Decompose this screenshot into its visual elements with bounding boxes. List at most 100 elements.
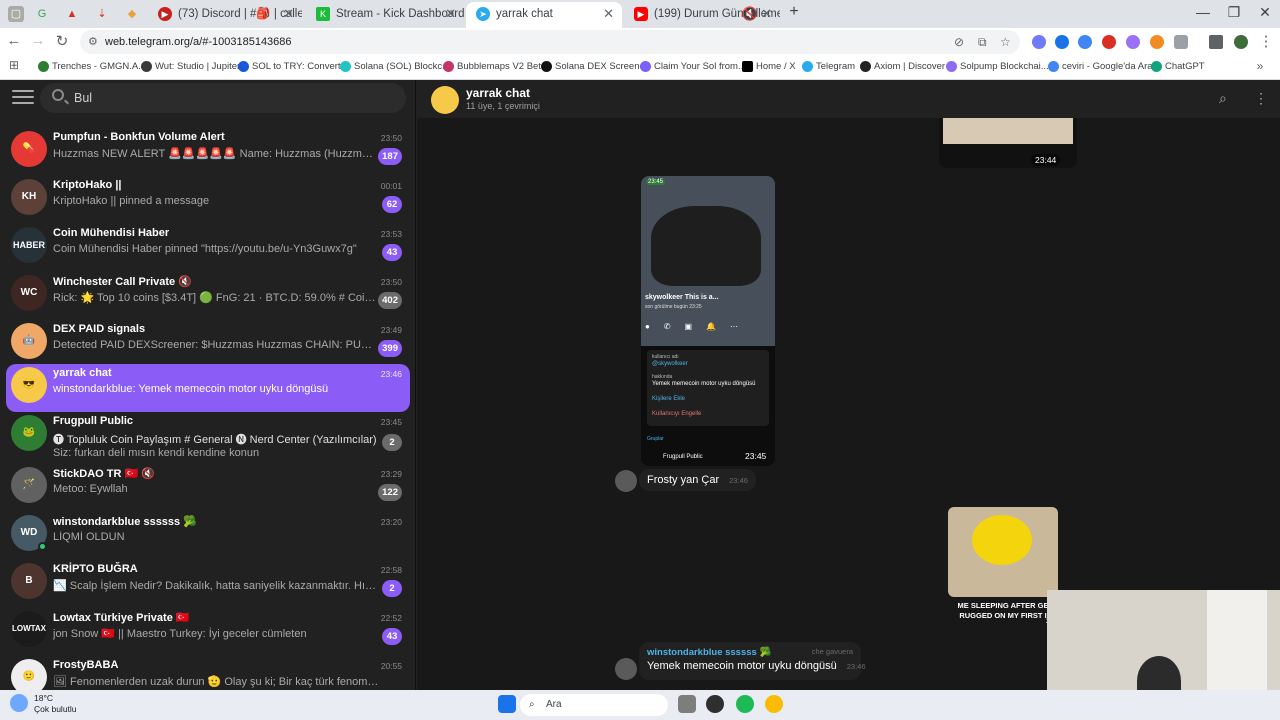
eye-off-icon[interactable]: ⊘	[954, 35, 964, 49]
profile-name: skywolkeer This is a...	[645, 294, 719, 301]
chat-name: KriptoHako ||	[53, 179, 122, 191]
taskbar-search[interactable]: ⌕ Ara	[520, 694, 668, 716]
close-icon[interactable]: ✕	[603, 2, 614, 26]
message-time: 23:45	[745, 451, 767, 461]
github-icon[interactable]	[706, 695, 724, 713]
tab-list-icon[interactable]: ▢	[8, 6, 24, 22]
bookmark-item[interactable]: Solana (SOL) Blockc...	[340, 61, 450, 73]
site-info-icon[interactable]: ⚙	[88, 35, 98, 48]
chat-header[interactable]: yarrak chat 11 üye, 1 çevrimiçi ⌕ ⋮	[417, 80, 1280, 118]
extension-metamask-icon[interactable]	[1150, 35, 1164, 49]
search-icon: ⌕	[529, 699, 535, 710]
tab-discord[interactable]: ▶ (73) Discord | #🎒 | caller-spor ✕	[148, 2, 302, 28]
more-options-icon[interactable]: ⋮	[1254, 90, 1268, 107]
bookmark-item[interactable]: Trenches - GMGN.A...	[38, 61, 146, 73]
chat-item-active[interactable]: 😎 yarrak chat 23:46 winstondarkblue: Yem…	[6, 364, 410, 412]
chat-item[interactable]: KH KriptoHako || 00:01 KriptoHako || pin…	[6, 176, 410, 224]
bookmark-item[interactable]: Telegram	[802, 61, 855, 73]
install-icon[interactable]: ⧉	[978, 35, 987, 50]
weather-widget[interactable]: 18°C Çok bulutlu	[10, 693, 77, 715]
binance-icon[interactable]: ◆	[124, 6, 140, 22]
pdf-icon[interactable]: ▲	[64, 6, 80, 22]
profile-avatar[interactable]	[1234, 35, 1248, 49]
chat-item[interactable]: 🐸 Frugpull Public 23:45 🅣 Topluluk Coin …	[6, 412, 410, 464]
reload-button[interactable]: ↻	[52, 32, 72, 50]
motorcycle-shape	[651, 206, 761, 286]
search-icon[interactable]: ⌕	[1219, 90, 1227, 107]
bookmark-item[interactable]: Solpump Blockchai...	[946, 61, 1049, 73]
bookmark-item[interactable]: Wut: Studio | Jupiter	[141, 61, 240, 73]
screenshot-message[interactable]: 23:45 skywolkeer This is a... son görülm…	[641, 176, 775, 466]
chrome-menu-icon[interactable]: ⋮	[1256, 32, 1276, 50]
new-tab-button[interactable]: +	[779, 3, 809, 21]
bookmark-item[interactable]: Solana DEX Screener	[541, 61, 648, 73]
chat-item[interactable]: 🪄 StickDAO TR 🇹🇷 🔇 23:29 Metoo: Eywllah …	[6, 464, 410, 512]
youtube-icon: ▶	[158, 7, 172, 21]
profile-action-icons: ●✆▣🔔⋯	[645, 322, 753, 331]
extension-opera-icon[interactable]	[1102, 35, 1116, 49]
profile-info-card: kullanıcı adı @skywolkeer hakkında Yemek…	[647, 350, 769, 426]
download-icon[interactable]: ⇣	[94, 6, 110, 22]
chat-avatar[interactable]	[431, 86, 459, 114]
sender-avatar[interactable]	[615, 658, 637, 680]
hamburger-menu-icon[interactable]	[12, 90, 34, 106]
bookmark-star-icon[interactable]: ☆	[1000, 35, 1011, 49]
chat-list-sidebar: 💊 Pumpfun - Bonkfun Volume Alert 23:50 H…	[0, 80, 416, 690]
extension-pen-icon[interactable]	[1032, 35, 1046, 49]
chat-name: Pumpfun - Bonkfun Volume Alert	[53, 131, 225, 143]
chrome-icon[interactable]	[765, 695, 783, 713]
extension-wave-icon[interactable]	[1078, 35, 1092, 49]
chat-item[interactable]: 🙂 FrostyBABA 20:55 🖼 Fenomenlerden uzak …	[6, 656, 410, 690]
group-name: Frugpull Public	[663, 454, 703, 460]
solpump-icon	[946, 61, 957, 72]
chat-name: yarrak chat	[53, 367, 112, 379]
unread-badge: 2	[382, 434, 402, 451]
search-input[interactable]	[74, 83, 394, 113]
window-close-button[interactable]: ✕	[1250, 4, 1280, 21]
chat-item[interactable]: 💊 Pumpfun - Bonkfun Volume Alert 23:50 H…	[6, 128, 410, 176]
chat-item[interactable]: B KRİPTO BUĞRA 22:58 📉 Scalp İşlem Nedir…	[6, 560, 410, 608]
bookmark-item[interactable]: Claim Your Sol from...	[640, 61, 746, 73]
reading-list-icon[interactable]	[1209, 35, 1223, 49]
chat-item[interactable]: 🤖 DEX PAID signals 23:49 Detected PAID D…	[6, 320, 410, 368]
close-icon[interactable]: ✕	[283, 2, 294, 26]
about-text: Yemek memecoin motor uyku döngüsü	[652, 381, 756, 387]
text-message[interactable]: winstondarkblue ssssss 🥦 che gavuera Yem…	[639, 642, 866, 680]
bookmark-item[interactable]: ChatGPT	[1151, 61, 1205, 73]
bookmark-item[interactable]: Home / X	[742, 61, 796, 73]
back-button[interactable]: ←	[4, 32, 24, 49]
restore-button[interactable]: ❐	[1219, 4, 1249, 21]
tab-telegram[interactable]: ➤ yarrak chat ✕	[466, 2, 622, 28]
chat-item[interactable]: WC Winchester Call Private 🔇 23:50 Rick:…	[6, 272, 410, 320]
chat-item[interactable]: WD winstondarkblue ssssss 🥦 23:20 LİQMİ …	[6, 512, 410, 560]
address-bar[interactable]: ⚙ web.telegram.org/a/#-1003185143686 ⊘ ⧉…	[80, 30, 1020, 54]
google-icon[interactable]: G	[34, 6, 50, 22]
extension-phantom-icon[interactable]	[1126, 35, 1140, 49]
close-icon[interactable]: ✕	[761, 2, 772, 26]
windows-start-icon[interactable]	[498, 695, 516, 713]
bookmark-item[interactable]: ceviri - Google'da Ara	[1048, 61, 1153, 73]
image-message[interactable]: 23:44	[939, 118, 1077, 168]
tab-youtube[interactable]: ▶ (199) Durum Güncellemesi 🔇 ✕	[624, 2, 780, 28]
minimize-button[interactable]: —	[1188, 4, 1218, 20]
tab-kick[interactable]: K Stream - Kick Dashboard ✕	[306, 2, 464, 28]
sender-avatar[interactable]	[615, 470, 637, 492]
spotify-icon[interactable]	[736, 695, 754, 713]
task-view-icon[interactable]	[678, 695, 696, 713]
close-icon[interactable]: ✕	[445, 2, 456, 26]
forward-button[interactable]: →	[28, 32, 48, 49]
chat-item[interactable]: LOWTAX Lowtax Türkiye Private 🇹🇷 22:52 j…	[6, 608, 410, 656]
text-message[interactable]: Frosty yan Çar 23:46	[639, 469, 756, 491]
extension-s-icon[interactable]	[1055, 35, 1069, 49]
avatar: KH	[11, 179, 47, 215]
mute-icon[interactable]: 🔇	[742, 2, 758, 26]
chat-item[interactable]: HABER Coin Mühendisi Haber 23:53 Coin Mü…	[6, 224, 410, 272]
bookmark-item[interactable]: Bubblemaps V2 Beta	[443, 61, 546, 73]
apps-grid-icon[interactable]: ⊞	[4, 58, 24, 72]
bookmark-item[interactable]: Axiom | Discover	[860, 61, 945, 73]
chat-time: 23:20	[380, 517, 402, 527]
sender-tag: che gavuera	[811, 647, 853, 656]
extensions-puzzle-icon[interactable]	[1174, 35, 1188, 49]
bookmark-item[interactable]: SOL to TRY: Convert...	[238, 61, 348, 73]
more-bookmarks-icon[interactable]: »	[1250, 59, 1270, 73]
